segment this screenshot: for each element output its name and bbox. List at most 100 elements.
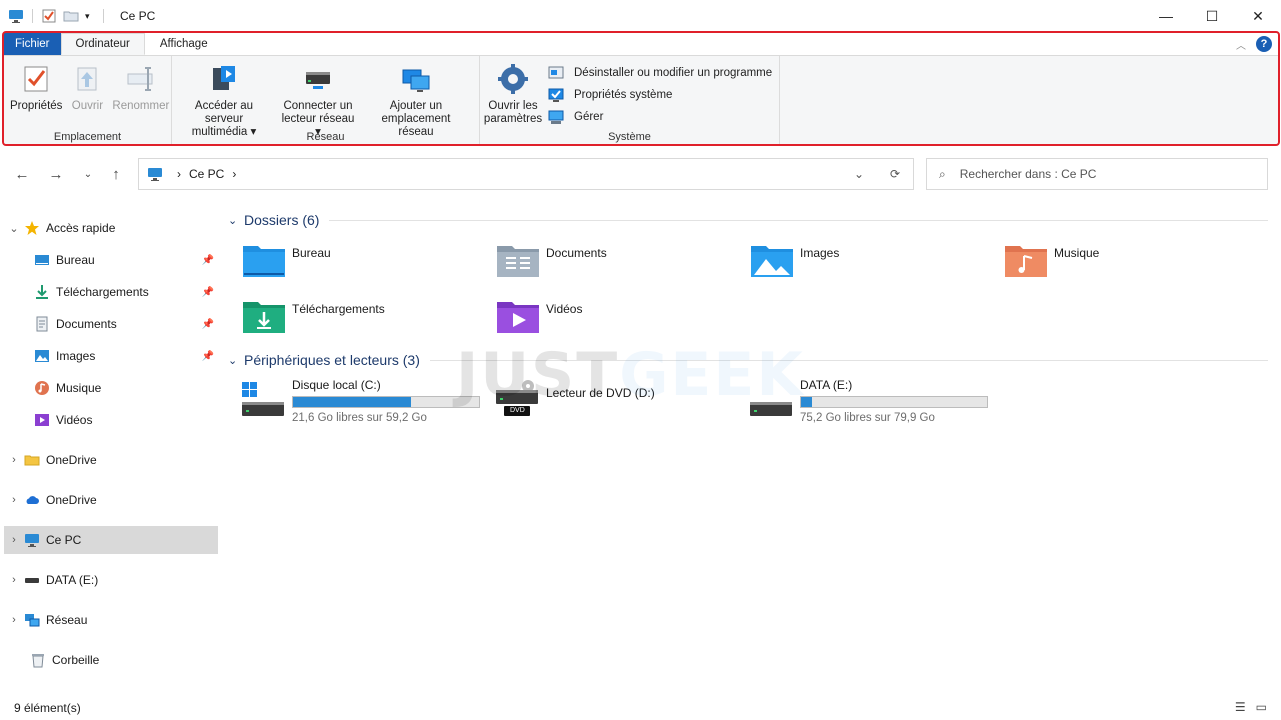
pin-icon[interactable]: 📌 xyxy=(202,351,214,362)
sidebar-item-bureau[interactable]: Bureau 📌 xyxy=(4,246,218,274)
settings-gear-icon xyxy=(496,62,530,96)
videos-icon xyxy=(34,412,50,428)
images-folder-icon xyxy=(750,242,794,278)
collapsed-chevron-icon[interactable]: › xyxy=(4,534,24,546)
drive-tile-c[interactable]: Disque local (C:) 21,6 Go libres sur 59,… xyxy=(228,374,480,426)
pin-icon[interactable]: 📌 xyxy=(202,287,214,298)
collapsed-chevron-icon[interactable]: › xyxy=(4,494,24,506)
folder-tile-documents[interactable]: Documents xyxy=(496,242,736,290)
close-button[interactable]: ✕ xyxy=(1235,0,1281,32)
gerer-label: Gérer xyxy=(574,111,604,123)
desinstaller-programme-button[interactable]: Désinstaller ou modifier un programme xyxy=(548,64,772,82)
refresh-icon[interactable]: ⟳ xyxy=(877,167,913,181)
drive-usage-fill xyxy=(293,397,412,407)
gerer-button[interactable]: Gérer xyxy=(548,108,772,126)
collapse-ribbon-icon[interactable]: ︿ xyxy=(1236,37,1246,52)
sidebar-item-reseau[interactable]: › Réseau xyxy=(4,606,218,634)
address-bar-controls: ⌄ ⟳ xyxy=(841,159,913,189)
computer-icon[interactable] xyxy=(8,8,24,24)
tab-affichage[interactable]: Affichage xyxy=(145,33,223,55)
windows-drive-icon xyxy=(242,380,284,416)
drive-free-space: 21,6 Go libres sur 59,2 Go xyxy=(292,412,427,424)
sidebar-label: Vidéos xyxy=(56,413,93,427)
folder-label: Bureau xyxy=(292,246,331,260)
proprietes-systeme-button[interactable]: Propriétés système xyxy=(548,86,772,104)
back-arrow-icon[interactable]: ← xyxy=(10,164,34,184)
group-collapse-chevron-icon[interactable]: ⌄ xyxy=(228,354,242,367)
window-controls: — ☐ ✕ xyxy=(1143,0,1281,32)
group-header-dossiers[interactable]: ⌄ Dossiers (6) xyxy=(228,206,1268,234)
ribbon-tabs: Fichier Ordinateur Affichage ︿ ? xyxy=(4,33,1278,55)
sidebar-item-onedrive-2[interactable]: › OneDrive xyxy=(4,486,218,514)
sidebar-label: Ce PC xyxy=(46,533,82,547)
tiles-view-icon[interactable]: ▭ xyxy=(1256,700,1267,714)
folder-label: Images xyxy=(800,246,840,260)
justgeek-watermark-logo: JUSTGEEK xyxy=(456,340,805,410)
collapsed-chevron-icon[interactable]: › xyxy=(4,574,24,586)
folder-tile-musique[interactable]: Musique xyxy=(1004,242,1244,290)
collapsed-chevron-icon[interactable]: › xyxy=(4,454,24,466)
qat-dropdown-icon[interactable]: ▾ xyxy=(85,8,95,24)
search-input[interactable]: Rechercher dans : Ce PC xyxy=(960,167,1097,181)
collapsed-chevron-icon[interactable]: › xyxy=(4,614,24,626)
sidebar-item-telechargements[interactable]: Téléchargements 📌 xyxy=(4,278,218,306)
manage-icon xyxy=(548,109,564,125)
maximize-button[interactable]: ☐ xyxy=(1189,0,1235,32)
breadcrumb-separator-icon[interactable]: › xyxy=(177,167,181,181)
pin-icon[interactable]: 📌 xyxy=(202,255,214,266)
content-pane: ⌄ Dossiers (6) Bureau Documents Images M… xyxy=(228,206,1268,692)
ribbon-group-systeme: Ouvrir les paramètres Désinstaller ou mo… xyxy=(480,56,780,145)
folder-tile-images[interactable]: Images xyxy=(750,242,990,290)
sidebar-item-ce-pc[interactable]: › Ce PC xyxy=(4,526,218,554)
network-icon xyxy=(24,612,40,628)
title-bar: ▾ Ce PC — ☐ ✕ xyxy=(0,0,1281,32)
cloud-icon xyxy=(24,492,40,508)
network-drive-icon xyxy=(301,62,335,96)
pin-icon[interactable]: 📌 xyxy=(202,319,214,330)
up-arrow-icon[interactable]: ↑ xyxy=(104,164,128,184)
sidebar-item-videos[interactable]: Vidéos xyxy=(4,406,218,434)
folder-tile-telechargements[interactable]: Téléchargements xyxy=(242,298,482,346)
music-icon xyxy=(34,380,50,396)
group-collapse-chevron-icon[interactable]: ⌄ xyxy=(228,214,242,227)
address-bar[interactable]: › Ce PC › ⌄ ⟳ xyxy=(138,158,914,190)
breadcrumb-separator-icon[interactable]: › xyxy=(232,167,236,181)
sidebar-item-data-e[interactable]: › DATA (E:) xyxy=(4,566,218,594)
images-icon xyxy=(34,348,50,364)
sidebar-item-onedrive-1[interactable]: › OneDrive xyxy=(4,446,218,474)
tab-ordinateur[interactable]: Ordinateur xyxy=(60,33,145,55)
forward-arrow-icon[interactable]: → xyxy=(44,164,68,184)
desinstaller-label: Désinstaller ou modifier un programme xyxy=(574,67,773,79)
sidebar-item-documents[interactable]: Documents 📌 xyxy=(4,310,218,338)
tab-fichier[interactable]: Fichier xyxy=(4,33,61,55)
qat-separator xyxy=(103,9,104,23)
minimize-button[interactable]: — xyxy=(1143,0,1189,32)
sidebar-label: Réseau xyxy=(46,613,88,627)
folder-label: Documents xyxy=(546,246,607,260)
sidebar-item-acces-rapide[interactable]: ⌄ Accès rapide xyxy=(4,214,218,242)
sidebar-label: Bureau xyxy=(56,253,95,267)
recent-locations-chevron-icon[interactable]: ⌄ xyxy=(76,164,100,184)
address-history-chevron-icon[interactable]: ⌄ xyxy=(841,167,877,181)
expanded-chevron-icon[interactable]: ⌄ xyxy=(4,222,24,235)
details-view-icon[interactable]: ☰ xyxy=(1235,700,1246,714)
breadcrumb-ce-pc[interactable]: Ce PC xyxy=(189,167,224,181)
search-box[interactable]: ⌕ Rechercher dans : Ce PC xyxy=(926,158,1268,190)
drive-usage-bar xyxy=(292,396,480,408)
download-icon xyxy=(34,284,50,300)
folder-tile-videos[interactable]: Vidéos xyxy=(496,298,736,346)
drive-usage-bar xyxy=(800,396,988,408)
help-icon[interactable]: ? xyxy=(1256,36,1272,52)
music-folder-icon xyxy=(1004,242,1048,278)
new-folder-icon[interactable] xyxy=(63,8,79,24)
desktop-icon xyxy=(34,252,50,268)
properties-check-icon[interactable] xyxy=(41,8,57,24)
sidebar-item-corbeille[interactable]: Corbeille xyxy=(4,646,218,674)
folder-label: Téléchargements xyxy=(292,302,385,316)
sidebar-item-images[interactable]: Images 📌 xyxy=(4,342,218,370)
folder-icon xyxy=(24,452,40,468)
sidebar-label: Accès rapide xyxy=(46,221,116,235)
sidebar-label: Images xyxy=(56,349,96,363)
folder-tile-bureau[interactable]: Bureau xyxy=(242,242,482,290)
sidebar-item-musique[interactable]: Musique xyxy=(4,374,218,402)
